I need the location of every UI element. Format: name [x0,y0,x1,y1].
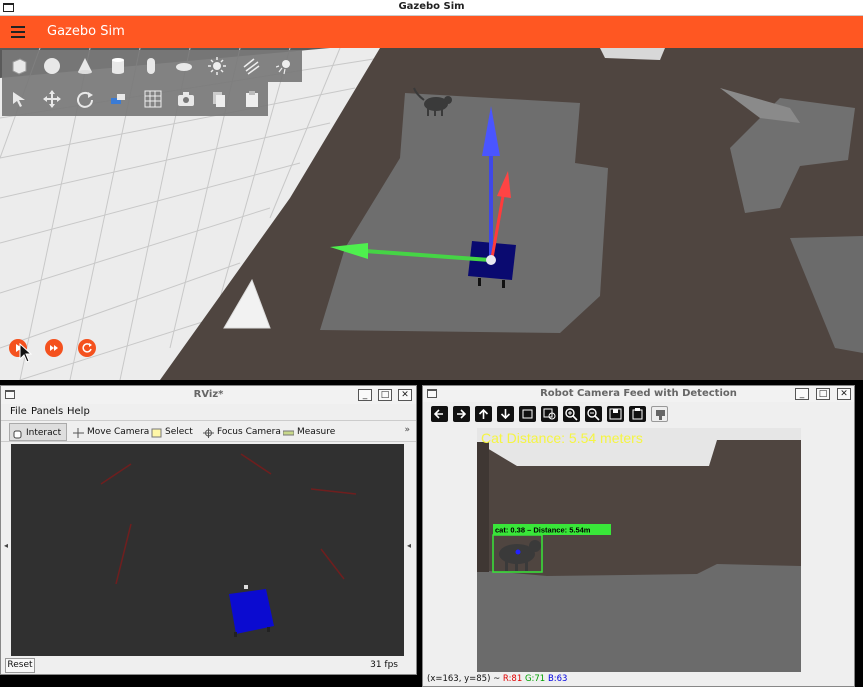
red-channel-value: R:81 [502,674,523,684]
view-angle-icon[interactable] [109,90,127,108]
tool-label: Measure [297,427,336,437]
rviz-3d-viewport[interactable] [11,444,404,656]
move-camera-tool[interactable]: Move Camera [71,423,149,441]
minimize-button[interactable]: _ [358,389,372,401]
gazebo-titlebar: Gazebo Sim [0,0,863,16]
translate-mode-icon[interactable] [43,90,61,108]
distance-overlay-text: Cat Distance: 5.54 meters [481,430,643,446]
toolbar-overflow-icon[interactable]: » [404,425,410,435]
camera-feed-window: Robot Camera Feed with Detection _ □ ✕ C… [422,385,855,687]
blue-channel-value: B:63 [547,674,568,684]
tool-label: Focus Camera [217,427,281,437]
menu-file[interactable]: File [10,406,27,417]
reset-icon [82,343,92,353]
menu-help[interactable]: Help [67,406,90,417]
menu-panels[interactable]: Panels [31,406,63,417]
zoom-out-icon[interactable] [585,406,602,422]
minimize-button[interactable]: _ [795,388,809,400]
point-light-icon[interactable] [208,57,226,75]
close-button[interactable]: ✕ [837,388,851,400]
spot-light-icon[interactable] [275,57,294,75]
gazebo-app-title: Gazebo Sim [47,24,125,39]
tool-label: Select [165,427,193,437]
select-box-icon [151,427,162,438]
rviz-titlebar[interactable]: RViz* _ □ ✕ [1,386,416,404]
box-shape-icon[interactable] [10,57,28,75]
shapes-toolbar [2,50,302,82]
left-panel-handle-icon[interactable]: ◂ [4,541,8,550]
cylinder-shape-icon[interactable] [109,57,127,75]
green-channel-value: G:71 [524,674,546,684]
tool-label: Interact [26,428,62,438]
rviz-toolbar: Interact Move Camera Select Focus Camera… [1,420,416,442]
pan-up-icon[interactable] [475,406,492,422]
step-icon [50,345,58,351]
properties-icon[interactable] [651,406,668,422]
copy-icon[interactable] [210,90,228,108]
close-button[interactable]: ✕ [398,389,412,401]
move-icon [73,427,84,438]
cursor-coordinates: (x=163, y=85) ~ [427,674,501,684]
sphere-shape-icon[interactable] [43,57,61,75]
zoom-in-icon[interactable] [563,406,580,422]
rviz-statusbar: Reset 31 fps [1,656,416,676]
reset-button[interactable]: Reset [5,658,35,673]
ellipsoid-shape-icon[interactable] [175,57,193,75]
directional-light-icon[interactable] [242,57,260,75]
camera-image[interactable]: Cat Distance: 5.54 meters cat: 0.38 – Di… [477,428,801,672]
interact-tool[interactable]: Interact [9,423,67,441]
paste-icon[interactable] [243,90,261,108]
cone-shape-icon[interactable] [76,57,94,75]
zoom-original-icon[interactable] [541,406,558,422]
step-button[interactable] [45,339,63,357]
measure-tool[interactable]: Measure [281,423,335,441]
select-mode-icon[interactable] [10,90,28,108]
fps-readout: 31 fps [370,660,398,670]
pixel-status-bar: (x=163, y=85) ~ R:81 G:71 B:63 [427,674,567,684]
zoom-fit-icon[interactable] [519,406,536,422]
capsule-shape-icon[interactable] [142,57,160,75]
camera-titlebar[interactable]: Robot Camera Feed with Detection _ □ ✕ [423,386,854,402]
right-panel-handle-icon[interactable]: ◂ [407,541,411,550]
hand-icon [12,428,23,439]
grid-config-icon[interactable] [144,90,162,108]
maximize-button[interactable]: □ [378,389,392,401]
pan-right-icon[interactable] [453,406,470,422]
crosshair-icon [203,427,214,438]
rviz-render [100,453,357,637]
select-tool[interactable]: Select [149,423,193,441]
save-image-icon[interactable] [607,406,624,422]
maximize-button[interactable]: □ [816,388,830,400]
mouse-cursor-icon [19,343,33,363]
rotate-mode-icon[interactable] [76,90,94,108]
copy-to-clipboard-icon[interactable] [629,406,646,422]
rviz-window: RViz* _ □ ✕ File Panels Help Interact Mo… [0,385,417,675]
camera-window-title: Robot Camera Feed with Detection [540,388,737,399]
focus-camera-tool[interactable]: Focus Camera [201,423,281,441]
transform-toolbar [2,82,268,116]
gazebo-window-title: Gazebo Sim [398,1,465,12]
tool-label: Move Camera [87,427,150,437]
pan-down-icon[interactable] [497,406,514,422]
detection-label: cat: 0.38 – Distance: 5.54m [495,526,591,535]
rviz-menubar: File Panels Help [1,404,416,420]
gazebo-header: Gazebo Sim [0,16,863,48]
hamburger-menu-icon[interactable] [11,26,25,41]
rviz-window-title: RViz* [193,389,224,400]
camera-frame: Cat Distance: 5.54 meters cat: 0.38 – Di… [477,428,801,672]
ruler-icon [282,427,295,437]
reset-simulation-button[interactable] [78,339,96,357]
pan-left-icon[interactable] [431,406,448,422]
screenshot-icon[interactable] [177,90,195,108]
